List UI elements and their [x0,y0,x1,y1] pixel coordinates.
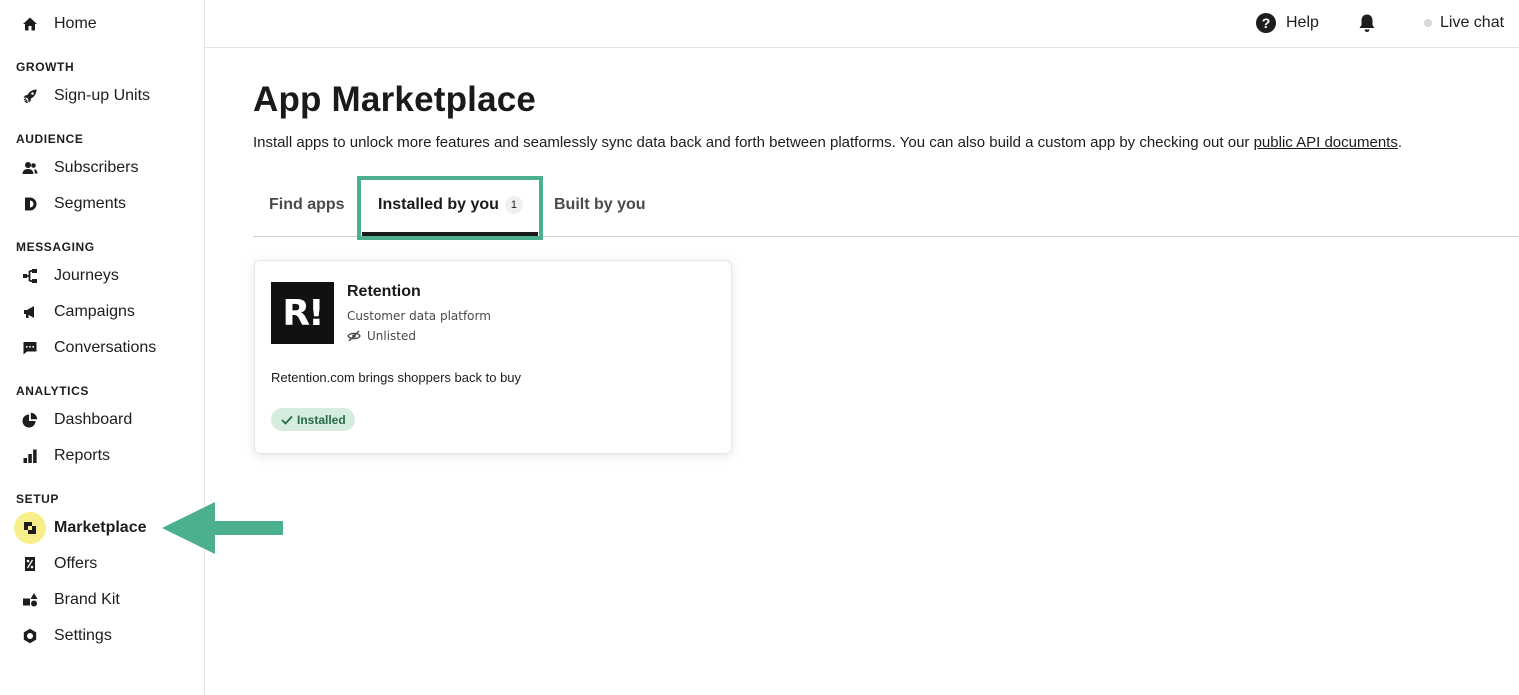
app-card[interactable]: R! Retention Customer data platform Unli… [254,260,732,454]
tab-installed-by-you[interactable]: Installed by you 1 [378,196,523,220]
sidebar-item-label: Conversations [54,339,157,356]
sidebar-item-campaigns[interactable]: Campaigns [0,296,204,328]
help-button[interactable]: ? Help [1256,12,1319,34]
sidebar-item-label: Home [54,15,97,32]
tab-find-apps[interactable]: Find apps [269,196,345,220]
annotation-arrow [162,502,283,554]
sidebar-item-label: Campaigns [54,303,135,320]
sidebar-item-brand-kit[interactable]: Brand Kit [0,584,204,616]
app-name: Retention [347,283,421,300]
tab-built-by-you[interactable]: Built by you [554,196,646,220]
bar-chart-icon [14,440,46,472]
sidebar-item-label: Brand Kit [54,591,120,608]
marketplace-icon [14,512,46,544]
installed-badge: Installed [271,408,355,431]
public-api-docs-link[interactable]: public API documents [1254,134,1398,151]
gear-icon [14,620,46,652]
segments-icon [14,188,46,220]
rocket-icon [14,80,46,112]
sidebar-item-settings[interactable]: Settings [0,620,204,652]
tabs-divider [253,236,1519,237]
status-dot [1424,19,1432,27]
installed-badge-label: Installed [297,412,346,427]
live-chat-label: Live chat [1440,14,1505,31]
section-heading-setup: SETUP [16,492,60,506]
sidebar-item-subscribers[interactable]: Subscribers [0,152,204,184]
shapes-icon [14,584,46,616]
sidebar-item-label: Settings [54,627,112,644]
live-chat-button[interactable]: Live chat [1424,12,1504,34]
chat-icon [14,332,46,364]
help-label: Help [1286,14,1319,31]
page-description-end: . [1397,134,1403,151]
section-heading-growth: GROWTH [16,60,75,74]
section-heading-audience: AUDIENCE [16,132,84,146]
megaphone-icon [14,296,46,328]
help-icon: ? [1256,13,1276,33]
sidebar-item-label: Dashboard [54,411,133,428]
sidebar: Home GROWTH Sign-up Units AUDIENCE Subsc… [0,0,205,695]
discount-icon [14,548,46,580]
sidebar-item-label: Segments [54,195,127,212]
sidebar-item-conversations[interactable]: Conversations [0,332,204,364]
sidebar-item-segments[interactable]: Segments [0,188,204,220]
sidebar-item-label: Subscribers [54,159,139,176]
tab-label: Installed by you [378,196,499,214]
sidebar-item-label: Reports [54,447,111,464]
top-bar [205,0,1519,48]
app-category: Customer data platform [347,309,491,323]
eye-slash-icon [347,330,361,342]
sidebar-item-dashboard[interactable]: Dashboard [0,404,204,436]
sidebar-item-label: Sign-up Units [54,87,151,104]
tab-label: Find apps [269,196,345,213]
retention-logo: R! [271,282,334,344]
section-heading-messaging: MESSAGING [16,240,95,254]
section-heading-analytics: ANALYTICS [16,384,89,398]
page-title: App Marketplace [253,80,537,119]
journeys-icon [14,260,46,292]
tab-label: Built by you [554,196,646,213]
home-icon [14,8,46,40]
sidebar-item-reports[interactable]: Reports [0,440,204,472]
sidebar-item-label: Marketplace [54,519,147,536]
page-description-text: Install apps to unlock more features and… [253,134,1254,151]
pie-chart-icon [14,404,46,436]
tab-count-badge: 1 [504,196,523,214]
app-visibility-label: Unlisted [367,329,417,343]
sidebar-item-label: Offers [54,555,98,572]
check-icon [281,415,293,425]
page-description: Install apps to unlock more features and… [253,134,1402,151]
app-visibility: Unlisted [347,329,416,343]
sidebar-item-label: Journeys [54,267,119,284]
sidebar-item-signup-units[interactable]: Sign-up Units [0,80,204,112]
sidebar-item-journeys[interactable]: Journeys [0,260,204,292]
users-icon [14,152,46,184]
sidebar-item-home[interactable]: Home [0,8,204,40]
bell-icon[interactable] [1358,13,1376,33]
app-description: Retention.com brings shoppers back to bu… [271,370,522,385]
